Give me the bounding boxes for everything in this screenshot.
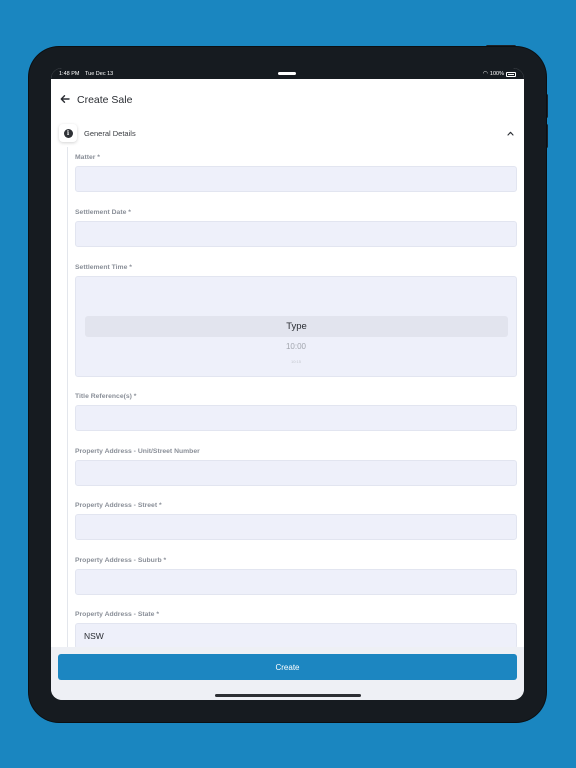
- section-title: General Details: [84, 129, 136, 138]
- state-group: Property Address - State * NSW: [75, 611, 517, 649]
- status-bar: 1:48 PM Tue Dec 13 ◠ 100%: [51, 68, 524, 79]
- state-label: Property Address - State *: [75, 611, 159, 618]
- chevron-up-icon[interactable]: [506, 129, 515, 138]
- matter-group: Matter *: [75, 154, 517, 192]
- status-time: 1:48 PM: [59, 71, 80, 77]
- street-input[interactable]: [75, 514, 517, 540]
- main-content: Create Sale i General Details Matter * S…: [51, 79, 524, 649]
- picker-option-next[interactable]: 10:00: [76, 342, 516, 351]
- settlement-time-group: Settlement Time * Type 10:00 10:15: [75, 264, 517, 377]
- general-details-section-header[interactable]: i General Details: [51, 121, 524, 147]
- unit-street-number-label: Property Address - Unit/Street Number: [75, 448, 200, 455]
- settlement-date-group: Settlement Date *: [75, 209, 517, 247]
- page-title: Create Sale: [77, 94, 133, 106]
- settlement-date-label: Settlement Date *: [75, 209, 131, 216]
- title-reference-group: Title Reference(s) *: [75, 393, 517, 431]
- app-screen: 1:48 PM Tue Dec 13 ◠ 100% Create Sale i …: [51, 68, 524, 700]
- unit-street-number-input[interactable]: [75, 460, 517, 486]
- battery-icon: [506, 71, 516, 77]
- info-badge: i: [59, 124, 77, 142]
- multitasking-dots[interactable]: [278, 72, 296, 75]
- status-date: Tue Dec 13: [85, 71, 114, 77]
- home-indicator[interactable]: [215, 694, 361, 697]
- picker-option-after[interactable]: 10:15: [76, 359, 516, 364]
- back-arrow-icon[interactable]: [59, 93, 71, 105]
- suburb-group: Property Address - Suburb *: [75, 557, 517, 595]
- title-reference-label: Title Reference(s) *: [75, 393, 137, 400]
- street-label: Property Address - Street *: [75, 502, 162, 509]
- page-header: Create Sale: [51, 79, 524, 121]
- suburb-input[interactable]: [75, 569, 517, 595]
- wifi-icon: ◠: [482, 71, 488, 77]
- street-group: Property Address - Street *: [75, 502, 517, 540]
- picker-selected-option[interactable]: Type: [85, 316, 508, 337]
- general-details-form: Matter * Settlement Date * Settlement Ti…: [67, 147, 517, 649]
- state-input[interactable]: NSW: [75, 623, 517, 649]
- title-reference-input[interactable]: [75, 405, 517, 431]
- matter-input[interactable]: [75, 166, 517, 192]
- create-button[interactable]: Create: [58, 654, 517, 680]
- unit-street-number-group: Property Address - Unit/Street Number: [75, 448, 517, 486]
- settlement-time-label: Settlement Time *: [75, 264, 132, 271]
- footer-bar: Create: [51, 647, 524, 700]
- matter-label: Matter *: [75, 154, 100, 161]
- info-icon: i: [63, 128, 73, 138]
- status-indicators: ◠ 100%: [483, 71, 516, 77]
- battery-percent: 100%: [489, 71, 504, 77]
- settlement-date-input[interactable]: [75, 221, 517, 247]
- settlement-time-picker[interactable]: Type 10:00 10:15: [75, 276, 517, 377]
- suburb-label: Property Address - Suburb *: [75, 557, 167, 564]
